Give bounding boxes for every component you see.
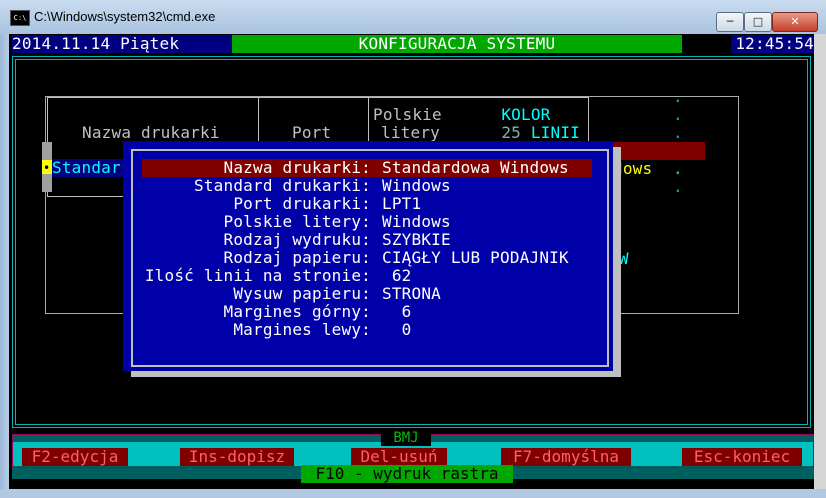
field-value[interactable]: STRONA [382, 285, 441, 303]
field-value[interactable]: Windows [382, 213, 451, 231]
bmj-badge: BMJ [381, 430, 431, 446]
field-value[interactable]: Windows [382, 177, 451, 195]
close-button[interactable]: ✕ [772, 12, 818, 32]
field-value[interactable]: Standardowa Windows [382, 159, 569, 177]
maximize-button[interactable]: □ [744, 12, 772, 32]
console-area[interactable]: 2014.11.14 Piątek KONFIGURACJA SYSTEMU 1… [9, 34, 814, 489]
option-dot: . [673, 105, 683, 124]
field-label: Wysuw papieru: [233, 284, 371, 303]
field-label: Margines lewy: [233, 320, 371, 339]
option-text: LINII [530, 123, 581, 142]
minimize-button[interactable]: ─ [716, 12, 744, 32]
field-value[interactable]: LPT1 [382, 195, 421, 213]
option-dot: . [673, 177, 683, 196]
field-label: Polskie litery: [223, 212, 371, 231]
field-value[interactable]: 6 [382, 303, 412, 321]
field-label: Rodzaj papieru: [223, 248, 371, 267]
field-value[interactable]: 0 [382, 321, 412, 339]
field-value[interactable]: CIĄGŁY LUB PODAJNIK [382, 249, 569, 267]
header-time: 12:45:54 [731, 35, 814, 53]
option-dot: . [673, 123, 683, 142]
header-title: KONFIGURACJA SYSTEMU [232, 35, 682, 53]
field-label: Nazwa drukarki: [223, 158, 371, 177]
field-label: Margines górny: [223, 302, 371, 321]
field-label: Standard drukarki: [194, 176, 371, 195]
column-header-name[interactable]: Nazwa drukarki [82, 124, 220, 142]
field-value[interactable]: 62 [382, 267, 412, 285]
window-frame-bottom [0, 489, 826, 498]
esc-exit-key[interactable]: Esc-koniec [682, 448, 802, 466]
option-dot: . [673, 159, 683, 178]
window-title: C:\Windows\system32\cmd.exe [34, 9, 216, 24]
option-dot: . [673, 87, 683, 106]
cmd-icon: C:\ [10, 10, 30, 26]
header-date: 2014.11.14 Piątek [12, 35, 232, 53]
column-header-letters[interactable]: litery [381, 124, 440, 142]
console-scrollbar[interactable] [814, 34, 826, 489]
field-label: Rodzaj wydruku: [223, 230, 371, 249]
field-value[interactable]: SZYBKIE [382, 231, 451, 249]
selected-printer-row[interactable]: Standar [52, 159, 132, 177]
column-header-port[interactable]: Port [292, 124, 331, 142]
column-header-polish[interactable]: Polskie [373, 106, 442, 124]
f7-default-key[interactable]: F7-domyślna [501, 448, 631, 466]
f2-edit-key[interactable]: F2-edycja [22, 448, 128, 466]
field-label: Ilość linii na stronie: [144, 266, 371, 285]
row-marker-icon: • [43, 161, 51, 175]
ins-add-key[interactable]: Ins-dopisz [180, 448, 294, 466]
f10-print-key[interactable]: F10 - wydruk rastra [301, 465, 513, 483]
field-label: Port drukarki: [233, 194, 371, 213]
window-frame-left [0, 34, 9, 498]
